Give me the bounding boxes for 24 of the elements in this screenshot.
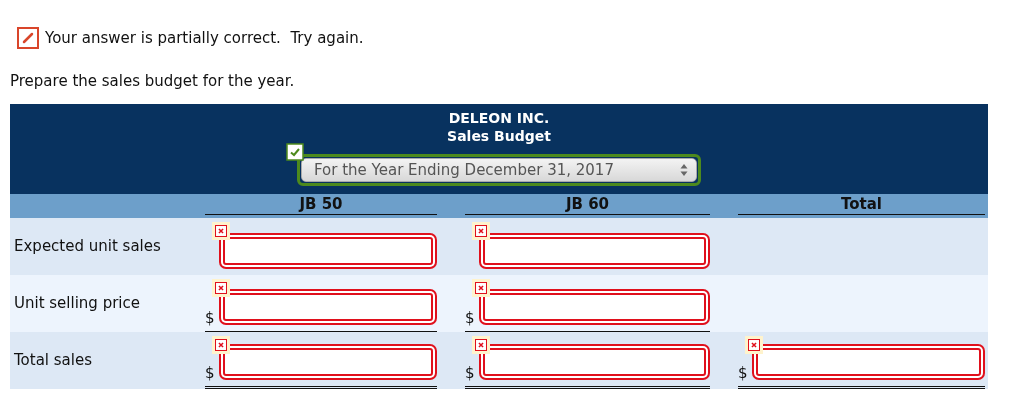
table-title: Sales Budget: [447, 127, 551, 145]
row-label: Total sales: [13, 350, 94, 372]
column-header: JB 50: [205, 194, 437, 215]
currency-sign: $: [205, 309, 216, 327]
answer-field[interactable]: [223, 348, 433, 376]
instruction-text: Prepare the sales budget for the year.: [10, 71, 296, 90]
updown-arrows-icon: [680, 163, 688, 177]
currency-sign: $: [465, 364, 476, 382]
currency-sign: $: [465, 309, 476, 327]
period-dropdown[interactable]: For the Year Ending December 31, 2017: [301, 158, 697, 182]
column-header: JB 60: [465, 194, 710, 215]
column-header: Total: [738, 194, 985, 215]
currency-sign: $: [205, 364, 216, 382]
row-label: Unit selling price: [13, 293, 141, 315]
answer-field[interactable]: [483, 293, 706, 321]
status-message: Your answer is partially correct. Try again.: [45, 27, 364, 49]
answer-field[interactable]: [756, 348, 981, 376]
answer-field[interactable]: [483, 237, 706, 265]
row-label: Expected unit sales: [13, 236, 162, 258]
table-title: DELEON INC.: [448, 109, 550, 127]
answer-field[interactable]: [223, 237, 433, 265]
answer-field[interactable]: [223, 293, 433, 321]
currency-sign: $: [738, 364, 749, 382]
answer-field[interactable]: [483, 348, 706, 376]
